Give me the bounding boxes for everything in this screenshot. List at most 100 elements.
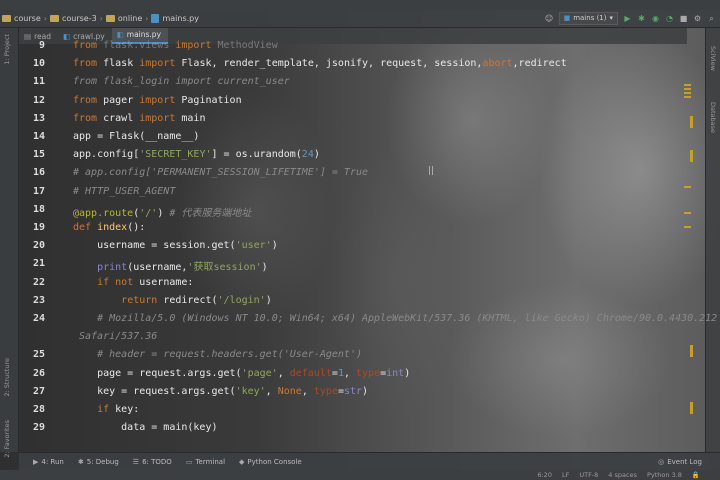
code-line[interactable]: print(username,'获取session') <box>73 258 268 273</box>
file-encoding[interactable]: UTF-8 <box>579 471 598 479</box>
person-icon[interactable]: ☺ <box>545 14 554 23</box>
line-separator[interactable]: LF <box>562 471 569 479</box>
chevron-down-icon: ▾ <box>609 14 613 22</box>
code-line[interactable]: from flask_login import current_user <box>73 76 290 87</box>
error-stripe-marker <box>684 84 691 86</box>
tool-button-label: Terminal <box>195 458 226 466</box>
code-line[interactable]: from crawl import main <box>73 113 205 124</box>
tool-button-label: 6: TODO <box>142 458 172 466</box>
menu-bar <box>0 0 720 10</box>
event-log-button[interactable]: ◎ Event Log <box>658 458 702 466</box>
line-number: 27 <box>32 385 45 397</box>
code-line[interactable]: from flask.views import MethodView <box>73 40 278 51</box>
event-log-label: Event Log <box>667 458 702 466</box>
code-line[interactable]: app = Flask(__name__) <box>73 131 199 142</box>
error-stripe-marker <box>684 96 691 98</box>
code-line[interactable]: from flask import Flask, render_template… <box>73 58 567 69</box>
todo-tool-button[interactable]: ☰ 6: TODO <box>133 458 172 466</box>
python-console-tool-button[interactable]: ◆ Python Console <box>239 458 302 466</box>
list-icon: ☰ <box>132 458 140 466</box>
code-line[interactable]: username = session.get('user') <box>73 240 278 251</box>
line-number: 14 <box>32 131 45 142</box>
warning-stripe <box>690 116 693 128</box>
error-stripe-marker <box>684 226 691 228</box>
line-number: 10 <box>32 58 45 70</box>
right-tool-window-bar: SciView Database <box>705 28 720 452</box>
breadcrumb: course › course-3 › online › mains.py <box>0 14 199 23</box>
breadcrumb-separator: › <box>43 14 47 23</box>
code-line[interactable]: # app.config['PERMANENT_SESSION_LIFETIME… <box>73 167 368 178</box>
line-number: 23 <box>32 294 45 306</box>
debug-tool-button[interactable]: ✱ 5: Debug <box>78 458 119 466</box>
breadcrumb-item-mains[interactable]: mains.py <box>162 14 199 23</box>
breadcrumb-separator: › <box>99 14 103 23</box>
code-line[interactable]: data = main(key) <box>73 422 217 433</box>
breadcrumb-item-online[interactable]: online <box>118 14 142 23</box>
stop-icon[interactable]: ■ <box>679 14 688 23</box>
folder-icon <box>2 15 11 22</box>
warning-stripe <box>690 402 693 414</box>
tool-window-bar: ▶ 4: Run ✱ 5: Debug ☰ 6: TODO ▭ Terminal… <box>19 452 720 471</box>
line-number: 25 <box>32 349 45 361</box>
tool-button-label: 5: Debug <box>86 458 119 466</box>
text-cursor-icon <box>429 166 433 175</box>
code-line[interactable]: app.config['SECRET_KEY'] = os.urandom(24… <box>73 149 320 160</box>
python-interpreter[interactable]: Python 3.8 <box>647 471 682 479</box>
line-number: 12 <box>32 94 45 106</box>
project-tool-button[interactable]: 1: Project <box>3 34 11 65</box>
database-tool-button[interactable]: Database <box>709 102 717 133</box>
event-log-icon: ◎ <box>658 458 665 466</box>
run-configuration-select[interactable]: ■ mains (1) ▾ <box>558 12 618 25</box>
line-number: 20 <box>32 240 45 252</box>
toolbar-right: ☺ ■ mains (1) ▾ ▶ ✱ ◉ ◔ ■ ⚙ ⌕ <box>545 10 716 27</box>
line-number: 15 <box>32 149 45 161</box>
structure-tool-button[interactable]: 2: Structure <box>3 358 11 397</box>
code-line[interactable]: from pager import Pagination <box>73 95 242 106</box>
terminal-tool-button[interactable]: ▭ Terminal <box>186 458 225 466</box>
run-icon[interactable]: ▶ <box>623 14 632 23</box>
line-number: 11 <box>32 76 45 88</box>
run-tool-button[interactable]: ▶ 4: Run <box>33 458 64 466</box>
line-number: 24 <box>32 313 45 324</box>
favorites-tool-button[interactable]: 2: Favorites <box>3 420 11 458</box>
python-file-icon: ◧ <box>62 32 71 41</box>
code-line[interactable]: # header = request.headers.get('User-Age… <box>73 349 362 360</box>
code-line[interactable]: def index(): <box>73 222 145 233</box>
folder-icon <box>105 15 115 22</box>
line-number: 18 <box>32 203 45 215</box>
breadcrumb-item-course[interactable]: course <box>14 14 41 23</box>
search-icon[interactable]: ⌕ <box>707 14 716 23</box>
line-number: 9 <box>38 40 45 51</box>
settings-icon[interactable]: ⚙ <box>693 14 702 23</box>
line-number: 13 <box>32 112 45 124</box>
code-line[interactable]: if not username: <box>73 277 193 288</box>
code-line[interactable]: Safari/537.36 <box>79 331 157 342</box>
warning-stripe <box>690 150 693 162</box>
lock-icon[interactable]: 🔒 <box>692 471 700 479</box>
caret-position[interactable]: 6:20 <box>537 471 552 479</box>
code-line[interactable]: if key: <box>73 404 139 415</box>
coverage-icon[interactable]: ◉ <box>651 14 660 23</box>
indent-setting[interactable]: 4 spaces <box>608 471 637 479</box>
code-line[interactable]: key = request.args.get('key', None, type… <box>73 386 368 397</box>
profile-icon[interactable]: ◔ <box>665 14 674 23</box>
line-number: 26 <box>32 367 45 379</box>
error-stripe-marker <box>684 92 691 94</box>
python-console-icon: ◆ <box>239 458 245 466</box>
run-icon: ▶ <box>33 458 39 466</box>
breadcrumb-item-course-3[interactable]: course-3 <box>62 14 97 23</box>
status-bar: 6:20 LF UTF-8 4 spaces Python 3.8 🔒 <box>0 470 720 480</box>
debug-icon[interactable]: ✱ <box>637 14 646 23</box>
error-stripe-marker <box>684 88 691 90</box>
code-line[interactable]: # HTTP_USER_AGENT <box>73 186 175 197</box>
line-number: 19 <box>32 222 45 233</box>
line-number: 29 <box>32 422 45 434</box>
sciview-tool-button[interactable]: SciView <box>709 46 717 71</box>
code-line[interactable]: @app.route('/') # 代表服务端地址 <box>73 204 251 219</box>
code-line[interactable]: page = request.args.get('page', default=… <box>73 368 410 379</box>
code-line[interactable]: # Mozilla/5.0 (Windows NT 10.0; Win64; x… <box>73 313 717 324</box>
tool-button-label: 4: Run <box>41 458 64 466</box>
code-line[interactable]: return redirect('/login') <box>73 295 272 306</box>
line-number: 16 <box>32 167 45 179</box>
run-configuration-label: mains (1) <box>573 14 607 22</box>
